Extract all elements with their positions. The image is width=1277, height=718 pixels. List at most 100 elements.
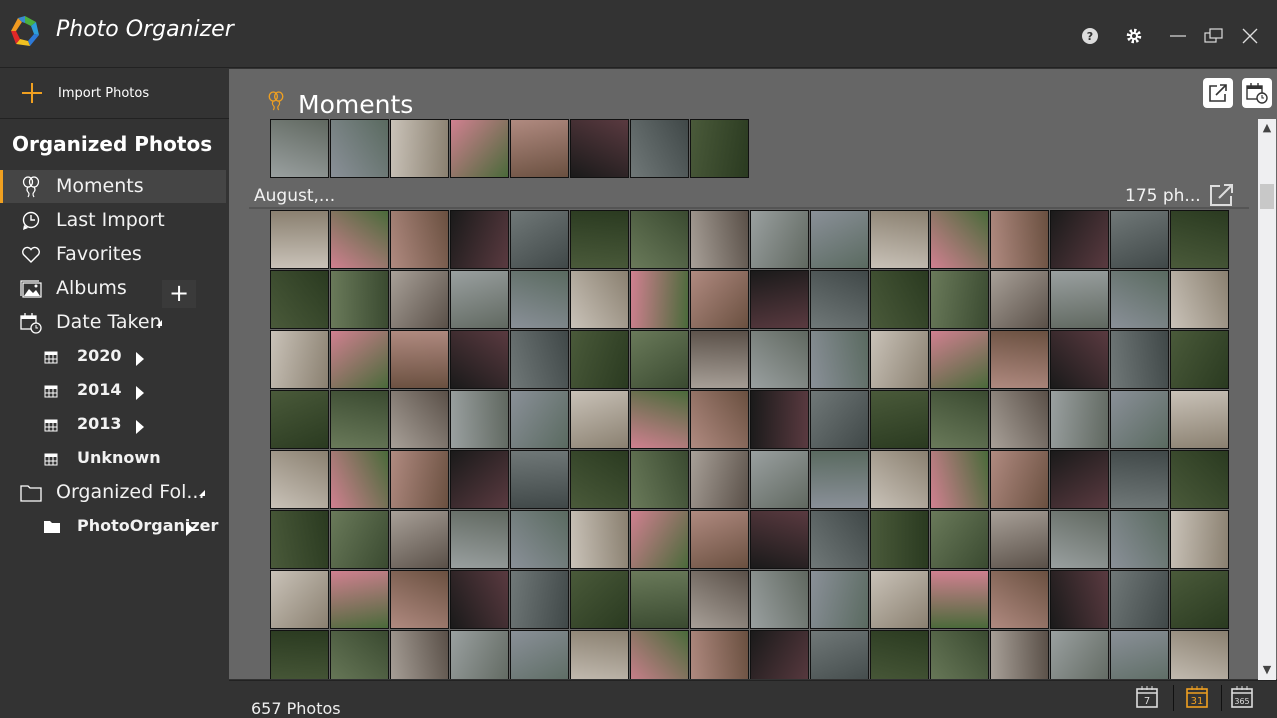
photo-thumbnail[interactable] [630,270,689,329]
photo-thumbnail[interactable] [330,450,389,509]
photo-thumbnail[interactable] [1110,570,1169,629]
photo-thumbnail[interactable] [810,210,869,269]
photo-thumbnail[interactable] [450,330,509,389]
photo-thumbnail[interactable] [750,330,809,389]
date-item-2020[interactable]: 2020 [0,342,226,372]
sidebar-item-moments[interactable]: Moments [0,170,226,203]
photo-thumbnail[interactable] [330,330,389,389]
photo-thumbnail[interactable] [1050,630,1109,679]
photo-thumbnail[interactable] [1050,510,1109,569]
photo-thumbnail[interactable] [870,210,929,269]
photo-thumbnail[interactable] [690,570,749,629]
sidebar-item-date-taken[interactable]: Date Taken [0,306,226,339]
photo-thumbnail[interactable] [990,210,1049,269]
photo-thumbnail[interactable] [570,119,629,178]
photo-thumbnail[interactable] [1050,330,1109,389]
photo-thumbnail[interactable] [630,119,689,178]
date-item-unknown[interactable]: Unknown [0,444,226,474]
photo-thumbnail[interactable] [330,570,389,629]
photo-thumbnail[interactable] [690,210,749,269]
photo-thumbnail[interactable] [330,210,389,269]
photo-thumbnail[interactable] [690,630,749,679]
photo-thumbnail[interactable] [930,270,989,329]
photo-thumbnail[interactable] [750,450,809,509]
scroll-up-arrow-icon[interactable]: ▲ [1258,121,1276,137]
date-item-2013[interactable]: 2013 [0,410,226,440]
photo-thumbnail[interactable] [510,450,569,509]
photo-thumbnail[interactable] [870,450,929,509]
photo-thumbnail[interactable] [1110,630,1169,679]
photo-thumbnail[interactable] [750,510,809,569]
photo-thumbnail[interactable] [390,510,449,569]
photo-thumbnail[interactable] [870,270,929,329]
photo-thumbnail[interactable] [690,390,749,449]
photo-thumbnail[interactable] [1110,510,1169,569]
photo-thumbnail[interactable] [1050,570,1109,629]
photo-thumbnail[interactable] [1170,510,1229,569]
photo-thumbnail[interactable] [1050,270,1109,329]
import-photos-button[interactable]: Import Photos [0,69,229,119]
photo-thumbnail[interactable] [390,119,449,178]
photo-thumbnail[interactable] [810,510,869,569]
photo-thumbnail[interactable] [390,570,449,629]
photo-thumbnail[interactable] [1110,270,1169,329]
photo-thumbnail[interactable] [570,630,629,679]
photo-thumbnail[interactable] [750,630,809,679]
photo-thumbnail[interactable] [630,630,689,679]
photo-thumbnail[interactable] [390,210,449,269]
photo-thumbnail[interactable] [750,570,809,629]
expand-arrow-icon[interactable] [136,420,144,434]
photo-thumbnail[interactable] [990,510,1049,569]
settings-button[interactable] [1122,24,1146,48]
photo-thumbnail[interactable] [390,390,449,449]
photo-thumbnail[interactable] [1170,570,1229,629]
photo-thumbnail[interactable] [1170,390,1229,449]
photo-thumbnail[interactable] [330,119,389,178]
photo-thumbnail[interactable] [810,270,869,329]
photo-thumbnail[interactable] [810,390,869,449]
photo-thumbnail[interactable] [270,390,329,449]
photo-thumbnail[interactable] [1170,330,1229,389]
photo-thumbnail[interactable] [570,330,629,389]
photo-thumbnail[interactable] [870,570,929,629]
photo-thumbnail[interactable] [510,210,569,269]
photo-thumbnail[interactable] [570,270,629,329]
photo-thumbnail[interactable] [690,119,749,178]
vertical-scrollbar[interactable]: ▲ ▼ [1258,119,1276,680]
photo-thumbnail[interactable] [930,390,989,449]
photo-thumbnail[interactable] [510,330,569,389]
photo-thumbnail[interactable] [930,510,989,569]
view-365-days-button[interactable]: 365 [1229,685,1255,709]
scroll-thumb[interactable] [1260,184,1274,209]
view-7-days-button[interactable]: 7 [1134,685,1160,709]
collapse-arrow-icon[interactable] [199,490,205,496]
photo-thumbnail[interactable] [270,210,329,269]
photo-thumbnail[interactable] [270,330,329,389]
photo-thumbnail[interactable] [990,270,1049,329]
photo-thumbnail[interactable] [450,570,509,629]
photo-thumbnail[interactable] [270,630,329,679]
restore-button[interactable] [1202,24,1226,48]
photo-thumbnail[interactable] [330,270,389,329]
sidebar-item-favorites[interactable]: Favorites [0,238,226,271]
sidebar-item-organized-folders[interactable]: Organized Fol... [0,476,226,509]
photo-thumbnail[interactable] [570,450,629,509]
photo-thumbnail[interactable] [570,210,629,269]
photo-thumbnail[interactable] [450,450,509,509]
photo-thumbnail[interactable] [930,210,989,269]
photo-thumbnail[interactable] [270,119,329,178]
photo-thumbnail[interactable] [870,510,929,569]
photo-thumbnail[interactable] [1050,450,1109,509]
photo-thumbnail[interactable] [930,330,989,389]
photo-thumbnail[interactable] [630,210,689,269]
photo-thumbnail[interactable] [990,630,1049,679]
photo-thumbnail[interactable] [570,510,629,569]
photo-thumbnail[interactable] [810,630,869,679]
photo-thumbnail[interactable] [450,510,509,569]
photo-thumbnail[interactable] [990,390,1049,449]
photo-thumbnail[interactable] [510,119,569,178]
add-album-button[interactable]: + [162,280,196,308]
minimize-button[interactable] [1166,24,1190,48]
date-item-2014[interactable]: 2014 [0,376,226,406]
photo-thumbnail[interactable] [810,570,869,629]
